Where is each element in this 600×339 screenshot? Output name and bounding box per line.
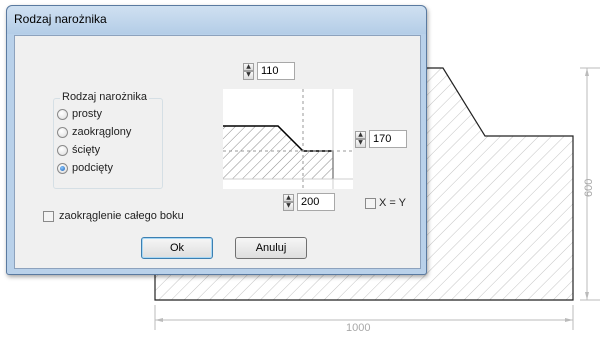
- top-value-input[interactable]: 110: [257, 62, 295, 80]
- spin-up-icon[interactable]: ▲: [355, 130, 366, 139]
- spin-up-icon[interactable]: ▲: [283, 193, 294, 202]
- round-whole-side-checkbox[interactable]: [43, 211, 54, 222]
- spin-up-icon[interactable]: ▲: [243, 62, 254, 71]
- window-title: Rodzaj narożnika: [14, 12, 107, 26]
- round-whole-side-label: zaokrąglenie całego boku: [59, 210, 184, 222]
- ok-button[interactable]: Ok: [141, 237, 213, 259]
- radio-sciety[interactable]: ścięty: [57, 142, 100, 158]
- x-equals-y-label: X = Y: [379, 197, 407, 209]
- radio-button[interactable]: [57, 126, 68, 138]
- radio-button[interactable]: [57, 144, 68, 156]
- right-value-input[interactable]: 170: [369, 130, 407, 148]
- radio-zaokraglony[interactable]: zaokrąglony: [57, 124, 131, 140]
- radio-label: prosty: [72, 108, 102, 120]
- bottom-value-input[interactable]: 200: [297, 193, 335, 211]
- title-bar[interactable]: Rodzaj narożnika: [7, 6, 426, 34]
- cancel-button[interactable]: Anuluj: [235, 237, 307, 259]
- spin-down-icon[interactable]: ▼: [355, 139, 366, 148]
- spin-down-icon[interactable]: ▼: [243, 71, 254, 80]
- dialog-body: Rodzaj narożnika prosty zaokrąglony ścię…: [14, 35, 421, 269]
- bottom-spinner[interactable]: ▲ ▼ 200: [283, 193, 335, 211]
- radio-button[interactable]: [57, 108, 68, 120]
- corner-type-dialog: Rodzaj narożnika Rodzaj narożnika prosty…: [6, 5, 427, 275]
- right-spinner[interactable]: ▲ ▼ 170: [355, 130, 407, 148]
- corner-preview: [223, 89, 353, 189]
- radio-prosty[interactable]: prosty: [57, 106, 102, 122]
- radio-button-selected[interactable]: [57, 162, 68, 174]
- group-title: Rodzaj narożnika: [60, 91, 149, 103]
- radio-label: zaokrąglony: [72, 126, 132, 138]
- top-spinner[interactable]: ▲ ▼ 110: [243, 62, 295, 80]
- radio-podciety[interactable]: podcięty: [57, 160, 113, 176]
- radio-label: podcięty: [72, 162, 113, 174]
- corner-type-group: Rodzaj narożnika prosty zaokrąglony ścię…: [53, 91, 163, 189]
- width-dimension-label: 1000: [346, 322, 371, 334]
- spin-down-icon[interactable]: ▼: [283, 202, 294, 211]
- height-dimension-label: 600: [583, 178, 595, 197]
- radio-label: ścięty: [72, 144, 101, 156]
- x-equals-y-checkbox[interactable]: [365, 198, 376, 209]
